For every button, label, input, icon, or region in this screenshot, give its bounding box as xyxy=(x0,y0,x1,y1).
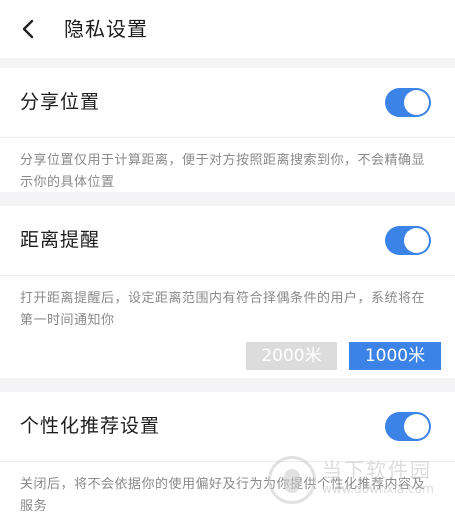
nav-bar: 隐私设置 xyxy=(0,0,455,58)
chevron-left-icon xyxy=(22,19,34,39)
distance-reminder-description: 打开距离提醒后，设定距离范围内有符合择偶条件的用户，系统将在第一时间通知你 xyxy=(20,291,426,328)
page-title: 隐私设置 xyxy=(64,17,148,41)
distance-option-1000[interactable]: 1000米 xyxy=(349,342,441,370)
toggle-knob xyxy=(404,414,429,439)
personalized-recommend-label: 个性化推荐设置 xyxy=(20,415,161,437)
watermark: 当下软件园 www.downxia.com xyxy=(268,452,448,504)
toggle-knob xyxy=(404,228,429,253)
share-location-section: 分享位置 分享位置仅用于计算距离，便于对方按照距离搜索到你，不会精确显示你的具体… xyxy=(0,68,455,192)
distance-option-2000[interactable]: 2000米 xyxy=(246,342,337,370)
share-location-toggle[interactable] xyxy=(385,88,431,117)
distance-reminder-section: 距离提醒 打开距离提醒后，设定距离范围内有符合择偶条件的用户，系统将在第一时间通… xyxy=(0,206,455,378)
share-location-row: 分享位置 xyxy=(0,68,455,138)
watermark-title: 当下软件园 xyxy=(322,458,432,482)
distance-reminder-toggle[interactable] xyxy=(385,226,431,255)
distance-options: 2000米 1000米 xyxy=(246,342,441,370)
watermark-url: www.downxia.com xyxy=(322,482,434,496)
back-button[interactable] xyxy=(14,14,44,44)
share-location-description: 分享位置仅用于计算距离，便于对方按照距离搜索到你，不会精确显示你的具体位置 xyxy=(20,153,426,190)
distance-reminder-row: 距离提醒 xyxy=(0,206,455,276)
toggle-knob xyxy=(404,90,429,115)
distance-reminder-label: 距离提醒 xyxy=(20,229,101,251)
share-location-label: 分享位置 xyxy=(20,91,101,113)
watermark-logo-icon xyxy=(268,456,316,504)
personalized-recommend-toggle[interactable] xyxy=(385,412,431,441)
